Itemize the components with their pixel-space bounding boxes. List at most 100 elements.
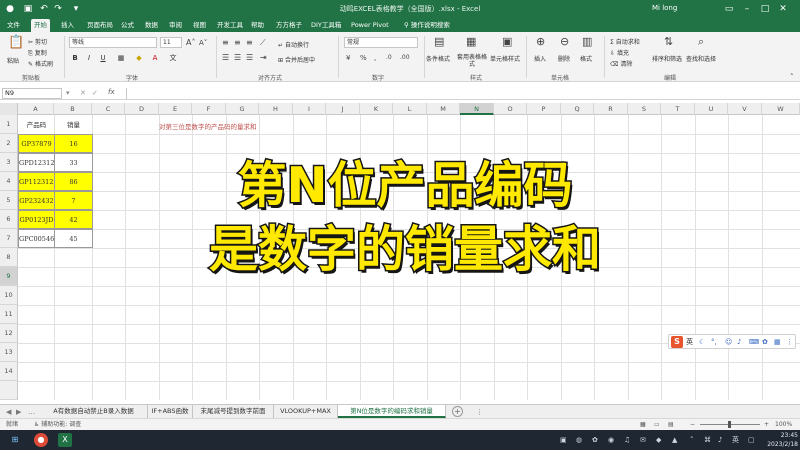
autosum-button[interactable]: Σ 自动求和 <box>610 37 640 46</box>
clear-button[interactable]: ⌫ 清除 <box>610 59 632 68</box>
product-code-cell[interactable]: GP0123JD <box>18 210 55 229</box>
bold-button[interactable]: B <box>70 53 80 63</box>
skin-icon[interactable]: ✿ <box>762 336 768 348</box>
page-layout-view-icon[interactable]: ▭ <box>654 420 660 430</box>
sort-filter-button[interactable]: 排序和筛选 <box>652 54 682 63</box>
punctuation-icon[interactable]: °, <box>711 336 717 348</box>
row-header[interactable]: 7 <box>0 229 18 248</box>
sales-cell[interactable]: 45 <box>54 229 93 248</box>
column-header[interactable]: J <box>326 103 360 115</box>
close-button[interactable]: ✕ <box>776 2 790 16</box>
maximize-button[interactable]: □ <box>758 2 772 16</box>
notification-icon[interactable]: ▢ <box>748 435 755 445</box>
zoom-slider-handle[interactable] <box>728 421 731 428</box>
redo-icon[interactable]: ↷ <box>52 3 64 15</box>
italic-button[interactable]: I <box>84 53 94 63</box>
instruction-note[interactable]: 对第三位是数字的产品码的量求和 <box>159 121 257 131</box>
column-header[interactable]: T <box>661 103 695 115</box>
align-left-icon[interactable]: ☰ <box>222 53 229 63</box>
tray-app-icon[interactable]: ✉ <box>640 435 646 445</box>
border-icon[interactable]: ▦ <box>116 53 126 63</box>
cancel-entry-icon[interactable]: ✕ <box>80 88 86 98</box>
column-header[interactable]: H <box>259 103 293 115</box>
currency-icon[interactable]: ¥ <box>346 53 350 63</box>
row-header-selected[interactable]: 9 <box>0 267 18 286</box>
tab-power-pivot[interactable]: Power Pivot <box>348 19 392 32</box>
column-header[interactable]: Q <box>561 103 594 115</box>
ime-mode[interactable]: 英 <box>686 336 693 348</box>
format-as-table-button[interactable]: 套用表格格式 <box>456 54 488 68</box>
indent-icon[interactable]: ⇥ <box>260 53 267 63</box>
increase-decimal-icon[interactable]: .0 <box>386 53 392 63</box>
undo-icon[interactable]: ↶ <box>38 3 50 15</box>
fill-color-icon[interactable]: ◆ <box>134 53 144 63</box>
windows-start-icon[interactable]: ⊞ <box>8 433 22 447</box>
column-header[interactable]: M <box>427 103 460 115</box>
accessibility-status[interactable]: ♿ 辅助功能: 调查 <box>34 420 81 430</box>
excel-taskbar-icon[interactable]: X <box>58 433 72 447</box>
column-header[interactable]: P <box>527 103 561 115</box>
sheet-tab[interactable]: IF+ABS函数 <box>148 405 193 418</box>
font-name-dropdown[interactable]: 等线 <box>69 37 157 48</box>
zoom-in-icon[interactable]: + <box>764 420 769 430</box>
sheet-tab[interactable]: A有数据自动禁止B录入数据 <box>40 405 148 418</box>
page-break-view-icon[interactable]: ▤ <box>668 420 674 430</box>
font-size-dropdown[interactable]: 11 <box>160 37 182 48</box>
paste-icon[interactable]: 📋 <box>8 36 24 49</box>
ribbon-display-icon[interactable]: ▭ <box>722 2 736 16</box>
tray-app-icon[interactable]: ◍ <box>576 435 582 445</box>
column-header[interactable]: D <box>125 103 159 115</box>
prev-sheet-icon[interactable]: ◀ <box>6 406 11 418</box>
cell-styles-button[interactable]: 单元格样式 <box>490 54 520 63</box>
row-header[interactable]: 5 <box>0 191 18 210</box>
fill-button[interactable]: ⇩ 填充 <box>610 48 629 57</box>
tab-insert[interactable]: 插入 <box>58 19 77 32</box>
chrome-icon[interactable]: ● <box>34 433 48 447</box>
insert-cells-button[interactable]: 插入 <box>534 54 546 63</box>
row-header[interactable]: 4 <box>0 172 18 191</box>
sogou-logo-icon[interactable]: S <box>671 336 683 348</box>
product-code-cell[interactable]: GPD12312 <box>18 153 55 172</box>
column-header[interactable]: S <box>628 103 661 115</box>
conditional-format-icon[interactable]: ▤ <box>434 36 444 47</box>
tab-data[interactable]: 数据 <box>142 19 161 32</box>
user-name[interactable]: Mi long <box>652 4 677 12</box>
tab-fangfang[interactable]: 方方格子 <box>273 19 305 32</box>
tray-overflow-icon[interactable]: ˄ <box>690 435 694 445</box>
zoom-out-icon[interactable]: − <box>690 420 695 430</box>
normal-view-icon[interactable]: ▦ <box>640 420 646 430</box>
column-header[interactable]: W <box>762 103 800 115</box>
column-header-selected[interactable]: N <box>460 103 494 115</box>
sheet-tab[interactable]: 末尾减号提到数字前面 <box>193 405 274 418</box>
tab-diy-toolbox[interactable]: DIY工具箱 <box>308 19 344 32</box>
phonetic-icon[interactable]: 文 <box>168 53 178 63</box>
sheet-scroll-handle-icon[interactable]: ⋮ <box>476 406 483 418</box>
row-header[interactable]: 1 <box>0 115 18 134</box>
row-header[interactable]: 11 <box>0 305 18 324</box>
column-header[interactable]: I <box>293 103 326 115</box>
align-center-icon[interactable]: ☰ <box>234 53 241 63</box>
tell-me-search[interactable]: ⚲ 操作说明搜索 <box>404 19 450 32</box>
sheet-tab[interactable]: VLOOKUP+MAX <box>274 405 338 418</box>
copy-button[interactable]: ⎘ 复制 <box>28 48 47 58</box>
quick-access-more-icon[interactable]: ▾ <box>70 3 82 15</box>
insert-cells-icon[interactable]: ⊕ <box>536 36 545 47</box>
autosave-icon[interactable]: ● <box>4 3 16 15</box>
format-table-icon[interactable]: ▦ <box>466 36 476 47</box>
tray-app-icon[interactable]: ♫ <box>624 435 630 445</box>
tab-view[interactable]: 视图 <box>190 19 209 32</box>
insert-function-button[interactable]: fx <box>108 88 115 96</box>
sales-cell[interactable]: 42 <box>54 210 93 229</box>
tab-formulas[interactable]: 公式 <box>118 19 137 32</box>
sales-cell[interactable]: 7 <box>54 191 93 210</box>
find-select-button[interactable]: 查找和选择 <box>686 54 716 63</box>
align-middle-icon[interactable]: ≡ <box>234 38 241 48</box>
keyboard-icon[interactable]: ⌨ <box>749 336 759 348</box>
name-box-dropdown-icon[interactable]: ▾ <box>66 88 70 98</box>
network-icon[interactable]: ⌘ <box>704 435 711 445</box>
align-top-icon[interactable]: ≡ <box>222 38 229 48</box>
conditional-format-button[interactable]: 条件格式 <box>426 54 450 63</box>
column-header[interactable]: R <box>594 103 628 115</box>
align-bottom-icon[interactable]: ≡ <box>246 38 253 48</box>
column-header[interactable]: B <box>54 103 92 115</box>
